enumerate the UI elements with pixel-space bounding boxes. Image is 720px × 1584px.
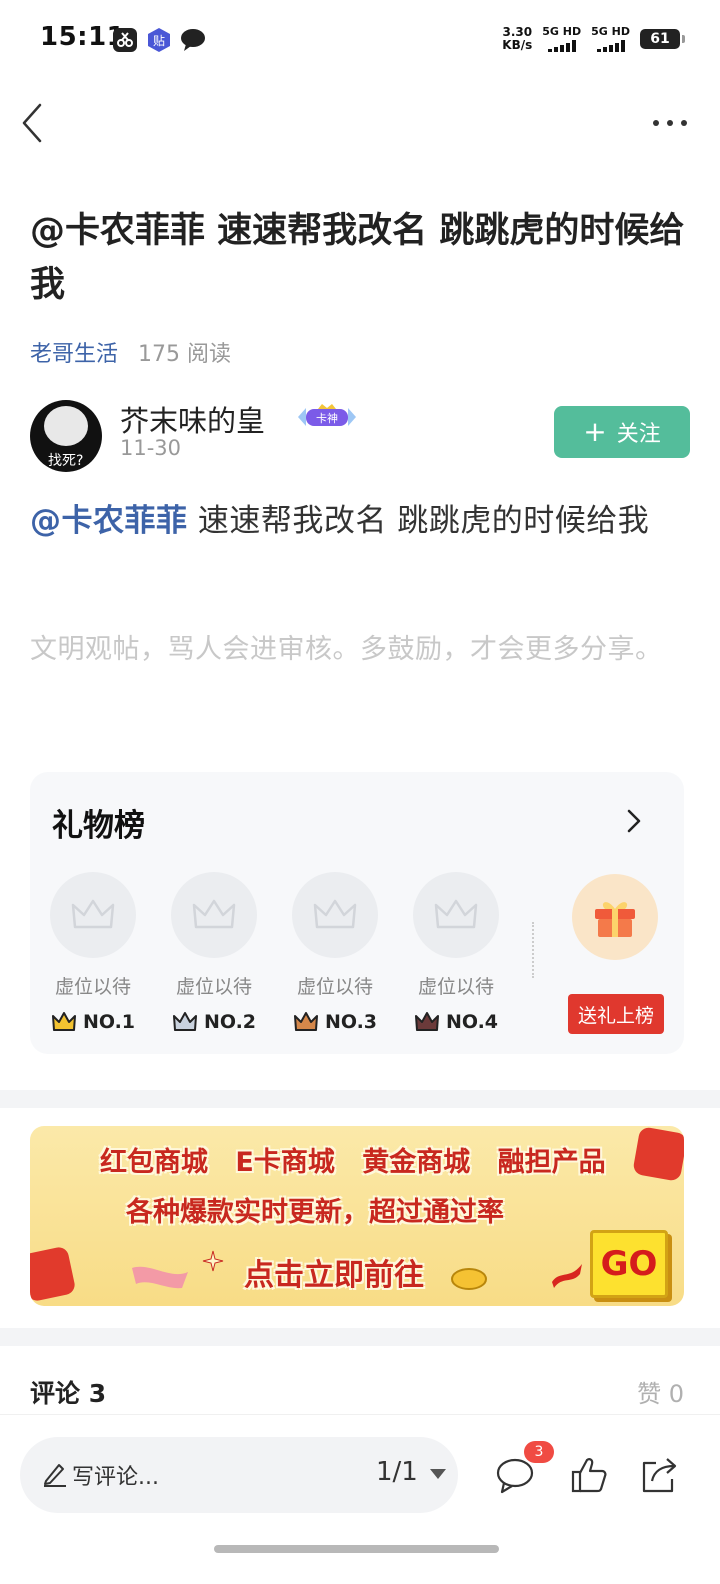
rank-label: NO.4 bbox=[411, 1011, 501, 1033]
home-indicator[interactable] bbox=[214, 1545, 499, 1553]
author-name[interactable]: 芥末味的皇 bbox=[120, 398, 265, 440]
comments-header: 评论 3 赞 0 bbox=[30, 1374, 684, 1414]
post-title: @卡农菲菲 速速帮我改名 跳跳虎的时候给我 bbox=[30, 211, 685, 305]
gift-slot-4[interactable]: 虚位以待 NO.4 bbox=[411, 872, 501, 1033]
gift-button[interactable] bbox=[572, 874, 658, 960]
battery-icon: 61 bbox=[640, 29, 685, 49]
bronze-crown-icon bbox=[293, 1012, 318, 1031]
gift-slot-2[interactable]: 虚位以待 NO.2 bbox=[169, 872, 259, 1033]
comment-input[interactable]: 写评论... 1/1 bbox=[20, 1437, 458, 1513]
empty-slot-avatar bbox=[413, 872, 499, 958]
ribbon-icon bbox=[552, 1264, 582, 1288]
card-god-badge-icon: 卡神 bbox=[298, 404, 356, 426]
post-meta: 老哥生活 175 阅读 bbox=[30, 336, 231, 368]
gift-board[interactable]: 礼物榜 虚位以待 NO.1 虚位以待 NO.2 虚位以待 NO.3 虚位以待 N… bbox=[30, 772, 684, 1054]
banner-line-2: 各种爆款实时更新，超过通过率 bbox=[126, 1197, 504, 1228]
gift-box-icon bbox=[595, 902, 635, 937]
avatar-face bbox=[44, 406, 88, 446]
avatar-caption: 找死? bbox=[48, 453, 84, 469]
red-envelope-mascot-icon bbox=[30, 1245, 77, 1303]
slot-placeholder: 虚位以待 bbox=[54, 976, 131, 998]
rank-text: NO.3 bbox=[324, 1011, 378, 1033]
message-bubble-icon bbox=[181, 29, 205, 51]
crown-placeholder-icon bbox=[71, 899, 115, 929]
sim1-signal: 5G HD bbox=[542, 26, 581, 52]
sparkle-icon bbox=[202, 1250, 224, 1272]
tieba-app-icon: 贴 bbox=[148, 28, 170, 52]
network-speed: 3.30 KB/s bbox=[502, 26, 532, 52]
more-button[interactable] bbox=[650, 108, 690, 138]
share-icon[interactable] bbox=[638, 1455, 680, 1495]
section-separator bbox=[0, 1328, 720, 1346]
follow-label: 关注 bbox=[616, 422, 661, 447]
read-count: 175 阅读 bbox=[138, 342, 232, 367]
mention-link[interactable]: @卡农菲菲 bbox=[30, 503, 188, 539]
author-row: 找死? 芥末味的皇 卡神 11-30 + 关注 bbox=[30, 398, 690, 478]
sim2-signal: 5G HD bbox=[591, 26, 630, 52]
gift-slot-1[interactable]: 虚位以待 NO.1 bbox=[48, 872, 138, 1033]
post-body-text: 速速帮我改名 跳跳虎的时候给我 bbox=[187, 503, 650, 539]
network-speed-unit: KB/s bbox=[502, 38, 533, 52]
signal-bars-icon bbox=[547, 40, 576, 52]
svg-text:贴: 贴 bbox=[153, 34, 165, 48]
rank-label: NO.2 bbox=[169, 1011, 259, 1033]
sim2-label: 5G HD bbox=[591, 25, 630, 38]
pencil-icon bbox=[44, 1464, 66, 1487]
crown-placeholder-icon bbox=[434, 899, 478, 929]
badge-text: 卡神 bbox=[316, 411, 338, 425]
ribbon-icon bbox=[132, 1266, 188, 1289]
empty-slot-avatar bbox=[292, 872, 378, 958]
section-separator bbox=[0, 1090, 720, 1108]
scissor-app-icon bbox=[113, 28, 137, 52]
rank-text: NO.2 bbox=[203, 1011, 257, 1033]
plus-icon: + bbox=[583, 415, 607, 448]
comment-count-badge: 3 bbox=[524, 1441, 554, 1463]
red-envelope-mascot-icon bbox=[632, 1126, 684, 1182]
gold-crown-icon bbox=[51, 1012, 76, 1031]
avatar[interactable]: 找死? bbox=[30, 400, 102, 472]
follow-button[interactable]: + 关注 bbox=[554, 406, 690, 458]
civility-hint: 文明观帖，骂人会进审核。多鼓励，才会更多分享。 bbox=[30, 634, 663, 665]
banner-line-1: 红包商城 E卡商城 黄金商城 融担产品 bbox=[100, 1147, 606, 1178]
post-body: @卡农菲菲 速速帮我改名 跳跳虎的时候给我 bbox=[30, 494, 690, 548]
empty-slot-avatar bbox=[171, 872, 257, 958]
battery-level: 61 bbox=[650, 31, 670, 47]
empty-slot-avatar bbox=[50, 872, 136, 958]
crown-placeholder-icon bbox=[313, 899, 357, 929]
likes-count[interactable]: 赞 0 bbox=[637, 1374, 684, 1409]
gift-slot-3[interactable]: 虚位以待 NO.3 bbox=[290, 872, 380, 1033]
gift-board-title: 礼物榜 bbox=[52, 808, 145, 844]
promo-banner[interactable]: 红包商城 E卡商城 黄金商城 融担产品 各种爆款实时更新，超过通过率 点击立即前… bbox=[30, 1126, 684, 1306]
slot-placeholder: 虚位以待 bbox=[175, 976, 252, 998]
slot-placeholder: 虚位以待 bbox=[296, 976, 373, 998]
status-bar: 15:11 贴 3.30 KB/s 5G HD 5G HD 61 bbox=[0, 0, 720, 80]
back-button[interactable] bbox=[18, 102, 48, 144]
comment-placeholder: 写评论... bbox=[72, 1465, 159, 1490]
send-gift-button[interactable]: 送礼上榜 bbox=[568, 994, 664, 1034]
circle-link[interactable]: 老哥生活 bbox=[30, 336, 118, 368]
silver-crown-icon bbox=[172, 1012, 197, 1031]
coin-icon bbox=[451, 1268, 487, 1290]
post-date: 11-30 bbox=[120, 436, 182, 460]
signal-bars-icon bbox=[596, 40, 625, 52]
comments-title: 评论 3 bbox=[30, 1379, 107, 1408]
chevron-right-icon[interactable] bbox=[626, 808, 642, 834]
bottom-bar: 写评论... 1/1 3 bbox=[0, 1414, 720, 1584]
go-button[interactable]: GO bbox=[590, 1230, 668, 1298]
rank-text: NO.4 bbox=[445, 1011, 499, 1033]
divider bbox=[532, 922, 534, 978]
rank-label: NO.3 bbox=[290, 1011, 380, 1033]
caret-down-icon[interactable] bbox=[430, 1469, 446, 1479]
chevron-left-icon bbox=[22, 103, 42, 143]
rank-label: NO.1 bbox=[48, 1011, 138, 1033]
thumbs-up-icon[interactable] bbox=[568, 1455, 610, 1495]
banner-line-3: 点击立即前往 bbox=[244, 1258, 424, 1293]
more-dots-icon bbox=[653, 120, 687, 126]
dark-crown-icon bbox=[414, 1012, 439, 1031]
crown-placeholder-icon bbox=[192, 899, 236, 929]
rank-text: NO.1 bbox=[82, 1011, 136, 1033]
sim1-label: 5G HD bbox=[542, 25, 582, 38]
page-indicator[interactable]: 1/1 bbox=[376, 1457, 418, 1487]
slot-placeholder: 虚位以待 bbox=[417, 976, 494, 998]
